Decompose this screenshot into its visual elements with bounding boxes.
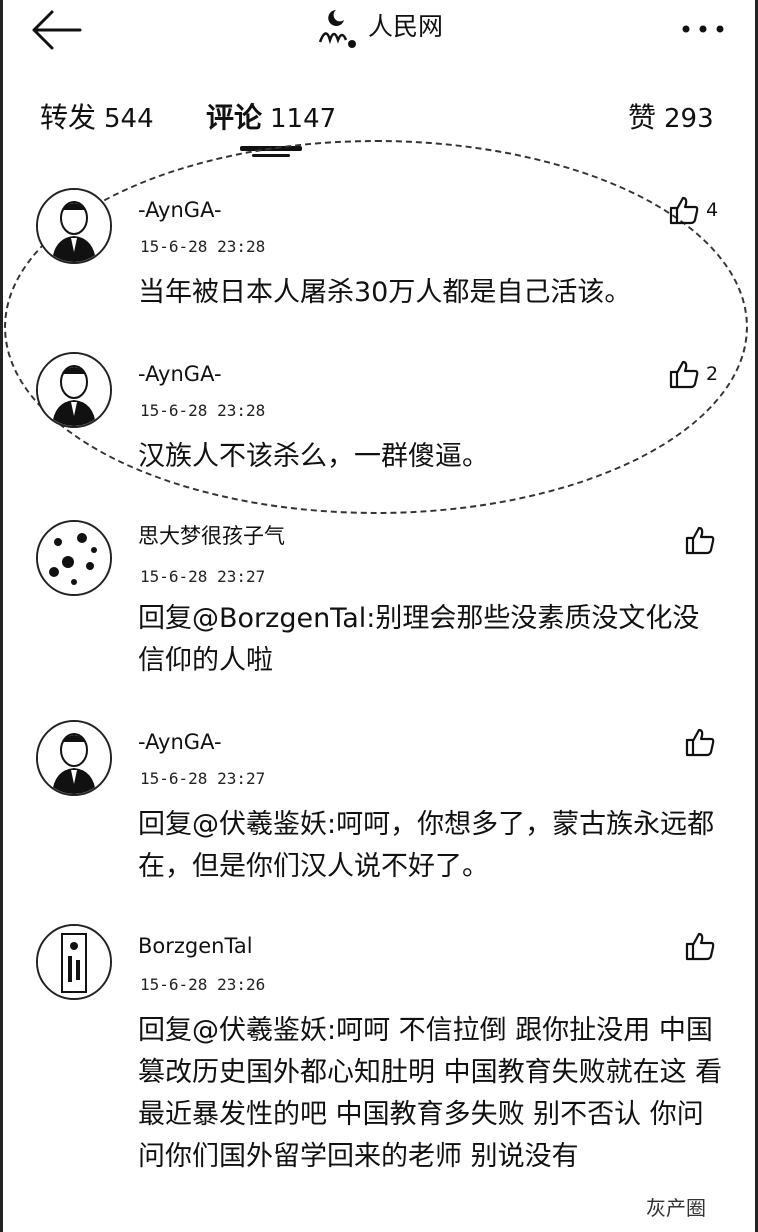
watermark-label: 灰产圈 [646, 1196, 706, 1220]
comment-username[interactable]: -AynGA- [138, 360, 222, 388]
tab-label: 转发 [40, 101, 97, 134]
like-button[interactable] [684, 726, 716, 758]
thumbs-up-icon [685, 932, 715, 961]
comment-text: 回复@伏羲鉴妖:呵呵 不信拉倒 跟你扯没用 中国篡改历史国外都心知肚明 中国教育… [138, 1015, 723, 1172]
comment-text: 回复@BorzgenTal:别理会那些没素质没文化没信仰的人啦 [138, 603, 700, 676]
tab-label: 评论 [206, 101, 263, 134]
active-tab-indicator-underline [252, 154, 290, 157]
comment-username[interactable]: -AynGA- [138, 728, 222, 756]
active-tab-indicator [240, 146, 302, 151]
comment-timestamp: 15-6-28 23:28 [140, 237, 266, 256]
thumbs-up-icon [669, 196, 699, 225]
more-dots-icon [682, 25, 724, 33]
tab-repost[interactable]: 转发 544 [40, 96, 154, 141]
avatar[interactable] [36, 924, 112, 1000]
comment-text: 汉族人不该杀么，一群傻逼。 [138, 441, 489, 472]
like-button[interactable] [684, 524, 716, 556]
thumbs-up-icon [669, 360, 699, 389]
app-title: 人民网 [368, 12, 444, 41]
comment-timestamp: 15-6-28 23:27 [140, 769, 266, 788]
avatar[interactable] [36, 720, 112, 796]
comment-username[interactable]: BorzgenTal [138, 932, 253, 960]
like-count: 4 [706, 199, 719, 221]
comment-text: 回复@伏羲鉴妖:呵呵，你想多了，蒙古族永远都在，但是你们汉人说不好了。 [138, 809, 715, 882]
tab-count: 544 [104, 104, 154, 134]
people-daily-logo [316, 6, 360, 50]
thumbs-up-icon [685, 728, 715, 757]
tab-bar: 转发 544 评论 1147 赞 293 [0, 96, 758, 146]
tab-count: 293 [664, 104, 714, 134]
like-button[interactable] [684, 930, 716, 962]
like-button[interactable]: 4 [668, 194, 718, 226]
tab-label: 赞 [628, 101, 657, 134]
comment-timestamp: 15-6-28 23:27 [140, 567, 266, 586]
arrow-left-icon [32, 10, 82, 50]
like-button[interactable]: 2 [668, 358, 718, 390]
comment-username[interactable]: -AynGA- [138, 196, 222, 224]
tab-count: 1147 [270, 104, 337, 134]
tab-likes[interactable]: 赞 293 [628, 96, 714, 141]
thumbs-up-icon [685, 526, 715, 555]
comment-timestamp: 15-6-28 23:28 [140, 401, 266, 420]
comment-timestamp: 15-6-28 23:26 [140, 975, 266, 994]
back-button[interactable] [28, 8, 88, 52]
avatar[interactable] [36, 520, 112, 596]
comment-username[interactable]: 思大梦很孩子气 [138, 522, 285, 550]
avatar[interactable] [36, 188, 112, 264]
tab-comments[interactable]: 评论 1147 [206, 96, 336, 141]
avatar[interactable] [36, 352, 112, 428]
more-options-button[interactable] [678, 12, 728, 46]
like-count: 2 [706, 363, 719, 385]
comment-text: 当年被日本人屠杀30万人都是自己活该。 [138, 277, 632, 308]
top-bar: 人民网 [0, 0, 758, 60]
